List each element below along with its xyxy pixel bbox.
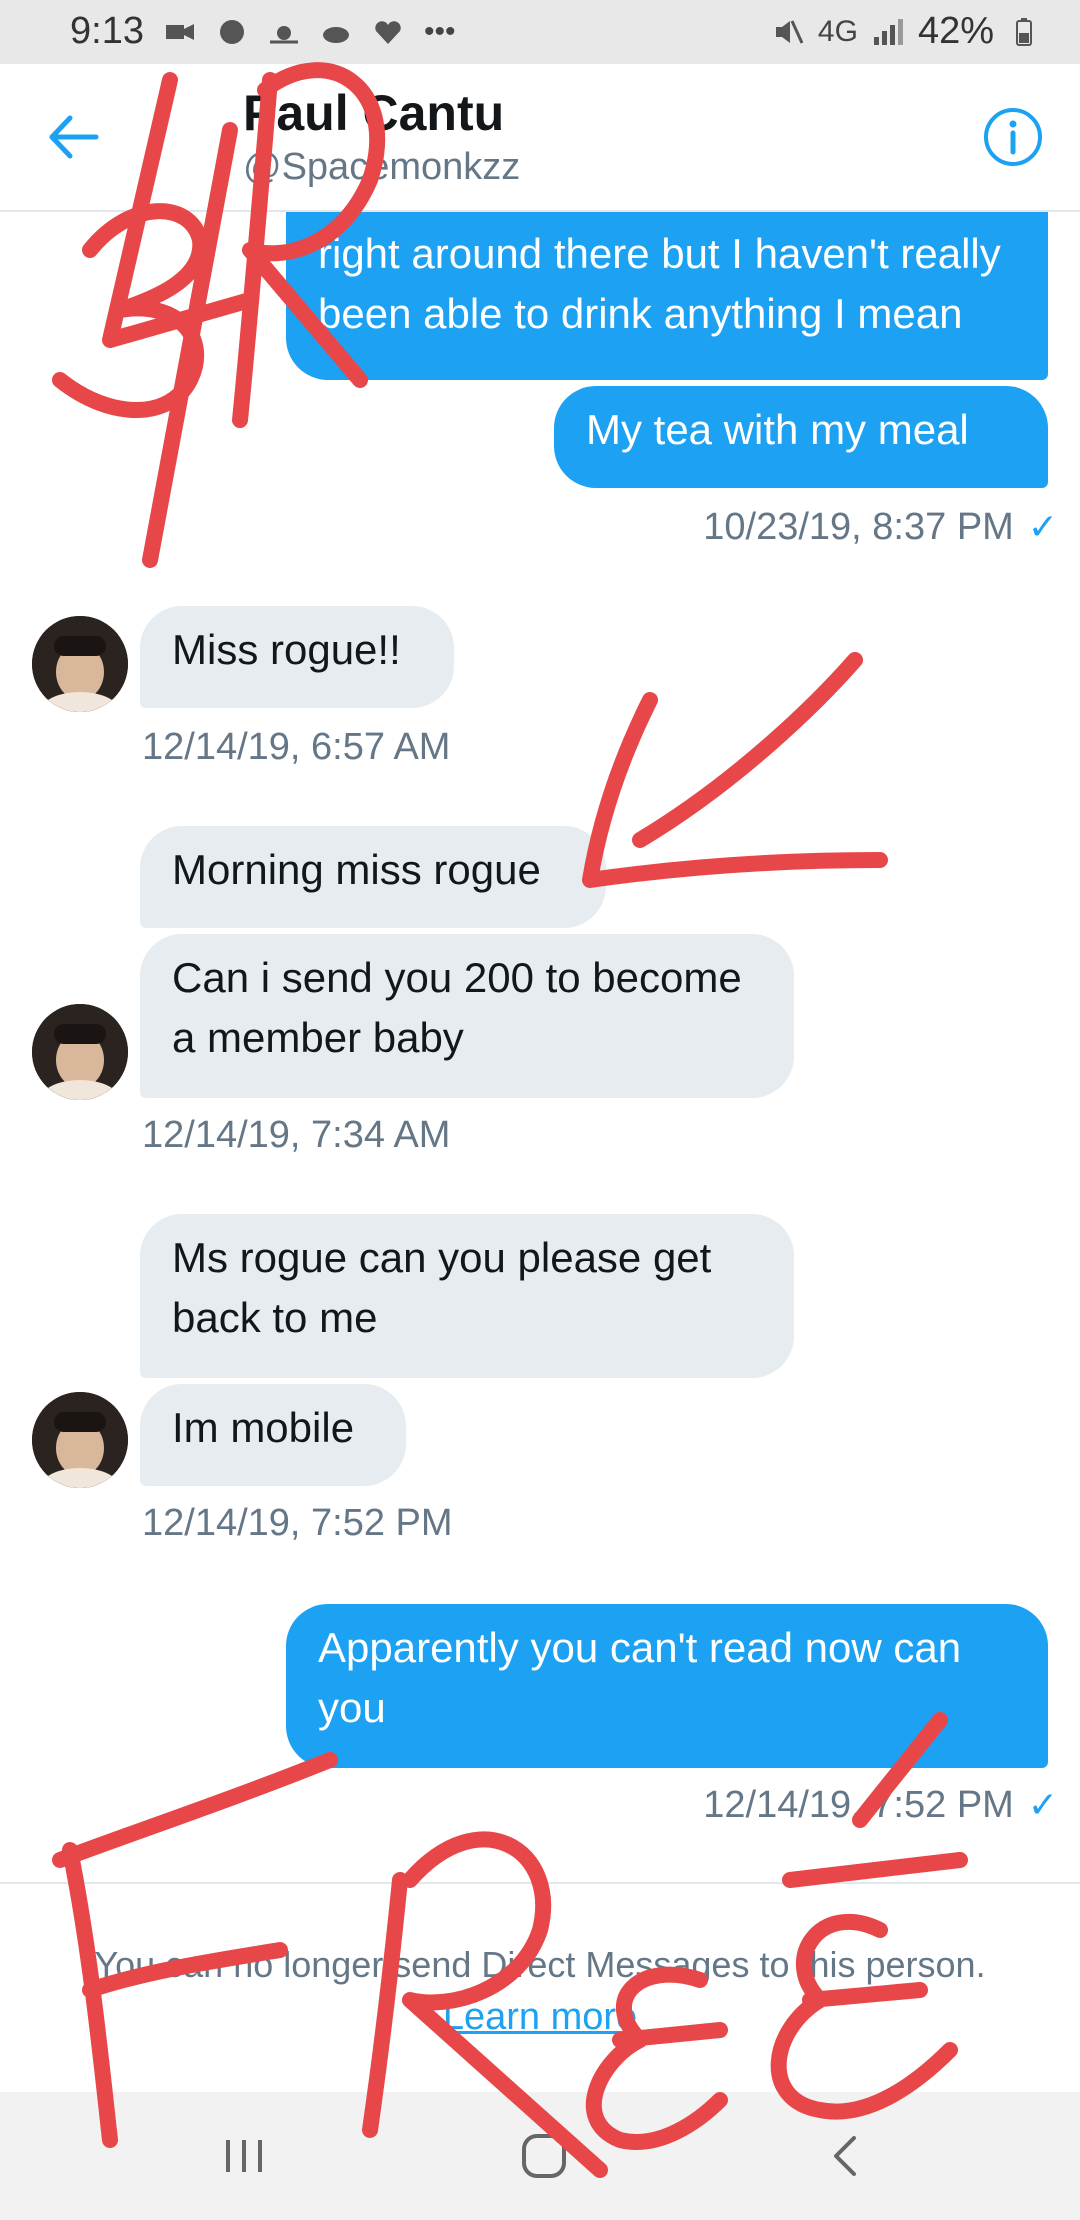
avatar-image xyxy=(32,1392,128,1488)
message-received[interactable]: Ms rogue can you please get back to me xyxy=(140,1214,794,1378)
message-text: Im mobile xyxy=(172,1404,355,1451)
weather-icon xyxy=(269,25,298,43)
avatar-image xyxy=(32,1004,128,1100)
recents-icon[interactable] xyxy=(214,2126,274,2186)
message-text: right around there but I haven't really … xyxy=(318,230,1001,337)
heart-icon xyxy=(375,20,401,44)
message-text: Apparently you can't read now can you xyxy=(318,1624,962,1731)
contact-name[interactable]: Paul Cantu xyxy=(243,84,504,142)
message-sent[interactable]: Apparently you can't read now can you xyxy=(286,1604,1048,1768)
home-icon[interactable] xyxy=(514,2126,574,2186)
message-text: Miss rogue!! xyxy=(172,626,401,673)
message-sent[interactable]: right around there but I haven't really … xyxy=(286,212,1048,380)
avatar-image xyxy=(32,616,128,712)
dm-disabled-footer: You can no longer send Direct Messages t… xyxy=(0,1882,1080,2094)
system-nav-bar xyxy=(0,2092,1080,2220)
sent-check-icon: ✓ xyxy=(1027,1784,1058,1825)
avatar[interactable] xyxy=(32,1004,128,1100)
message-text: Ms rogue can you please get back to me xyxy=(172,1234,712,1341)
status-left: 9:13 ••• xyxy=(70,10,455,53)
back-arrow-icon[interactable] xyxy=(46,112,102,162)
avatar[interactable] xyxy=(32,616,128,712)
message-text: My tea with my meal xyxy=(586,406,969,453)
avatar[interactable] xyxy=(32,1392,128,1488)
message-timestamp: 12/14/19, 7:52 PM ✓ xyxy=(703,1784,1058,1826)
cloud-icon xyxy=(322,26,349,43)
more-notifications-icon: ••• xyxy=(423,14,456,48)
back-icon[interactable] xyxy=(816,2126,876,2186)
status-right: 4G 42% xyxy=(772,10,1040,53)
video-icon xyxy=(165,23,194,40)
status-bar: 9:13 ••• 4G 42% xyxy=(0,0,1080,64)
network-type: 4G xyxy=(817,14,858,48)
message-received[interactable]: Miss rogue!! xyxy=(140,606,454,708)
signal-icon xyxy=(873,18,903,45)
messenger-icon xyxy=(219,19,244,44)
info-icon[interactable] xyxy=(982,106,1044,168)
message-sent[interactable]: My tea with my meal xyxy=(554,386,1048,488)
sent-check-icon: ✓ xyxy=(1027,506,1058,547)
message-timestamp: 12/14/19, 6:57 AM xyxy=(142,726,451,768)
battery-icon xyxy=(1016,17,1032,46)
contact-handle[interactable]: @Spacemonkzz xyxy=(243,146,520,189)
learn-more-link[interactable]: Learn more xyxy=(0,1996,1080,2039)
message-timestamp: 10/23/19, 8:37 PM ✓ xyxy=(703,506,1058,548)
message-received[interactable]: Im mobile xyxy=(140,1384,406,1486)
message-text: Morning miss rogue xyxy=(172,846,541,893)
message-timestamp: 12/14/19, 7:52 PM xyxy=(142,1502,453,1544)
message-text: Can i send you 200 to become a member ba… xyxy=(172,954,742,1061)
mute-icon xyxy=(775,19,804,44)
conversation-header: Paul Cantu @Spacemonkzz xyxy=(0,64,1080,212)
message-received[interactable]: Can i send you 200 to become a member ba… xyxy=(140,934,794,1098)
battery-percent: 42% xyxy=(917,10,994,52)
message-received[interactable]: Morning miss rogue xyxy=(140,826,606,928)
message-list[interactable]: right around there but I haven't really … xyxy=(0,212,1080,1882)
status-time: 9:13 xyxy=(70,10,144,52)
dm-disabled-notice: You can no longer send Direct Messages t… xyxy=(94,1944,986,1985)
message-timestamp: 12/14/19, 7:34 AM xyxy=(142,1114,451,1156)
